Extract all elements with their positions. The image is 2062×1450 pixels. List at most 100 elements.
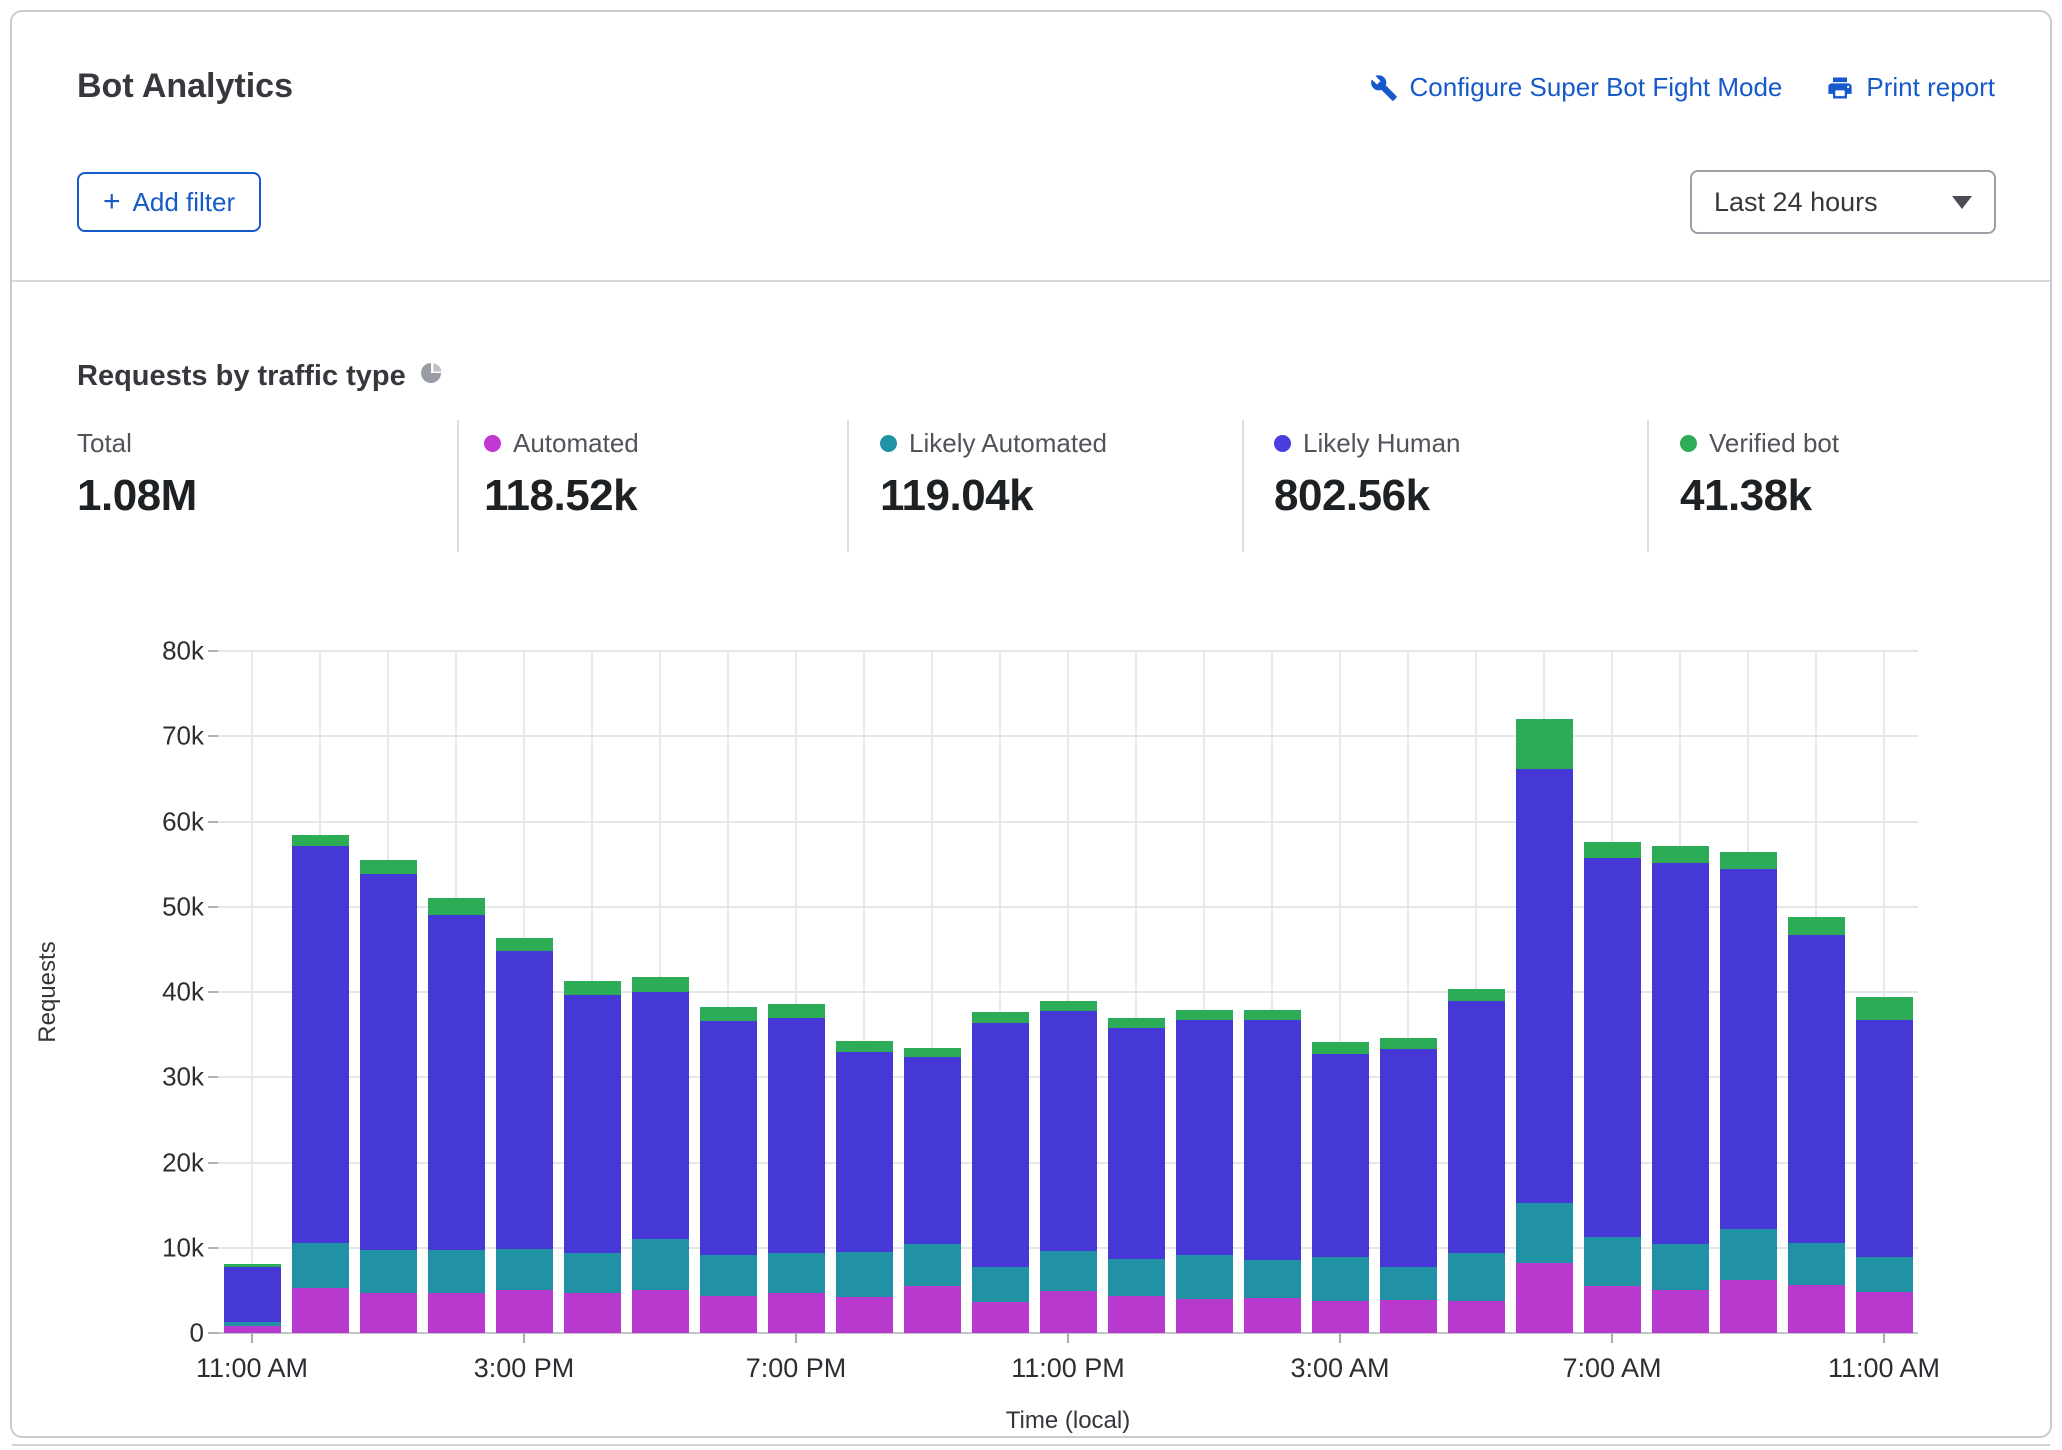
- y-axis-tick: [208, 906, 218, 908]
- y-axis-tick: [208, 1332, 218, 1334]
- segment-likely-human: [1720, 869, 1777, 1229]
- segment-verified-bot: [292, 835, 349, 846]
- y-axis-tick: [208, 991, 218, 993]
- stat-likely-automated-label: Likely Automated: [909, 428, 1107, 459]
- bar-1-00-am[interactable]: [1176, 1010, 1233, 1333]
- bar-9-00-pm[interactable]: [904, 1048, 961, 1333]
- bar-2-00-pm[interactable]: [428, 898, 485, 1333]
- stat-likely-automated: Likely Automated 119.04k: [880, 428, 1107, 521]
- y-tick-label: 50k: [84, 891, 204, 922]
- bar-8-00-am[interactable]: [1652, 846, 1709, 1333]
- stat-verified-bot: Verified bot 41.38k: [1680, 428, 1839, 521]
- bar-4-00-pm[interactable]: [564, 981, 621, 1333]
- x-tick-label: 7:00 AM: [1562, 1353, 1661, 1384]
- segment-likely-human: [1312, 1054, 1369, 1257]
- stat-divider: [457, 420, 459, 552]
- x-axis-title: Time (local): [1006, 1407, 1130, 1435]
- bar-7-00-am[interactable]: [1584, 842, 1641, 1333]
- stat-automated-label: Automated: [513, 428, 639, 459]
- bar-6-00-pm[interactable]: [700, 1007, 757, 1334]
- x-axis-tick: [251, 1333, 253, 1343]
- segment-likely-human: [1040, 1011, 1097, 1251]
- bar-5-00-pm[interactable]: [632, 977, 689, 1333]
- segment-likely-automated: [292, 1243, 349, 1288]
- segment-verified-bot: [1176, 1010, 1233, 1020]
- x-axis-tick: [1611, 1333, 1613, 1343]
- stat-divider: [1647, 420, 1649, 552]
- segment-verified-bot: [1652, 846, 1709, 863]
- segment-likely-automated: [564, 1253, 621, 1293]
- bar-10-00-am[interactable]: [1788, 917, 1845, 1333]
- configure-super-bot-fight-mode-link[interactable]: Configure Super Bot Fight Mode: [1370, 72, 1783, 103]
- segment-likely-automated: [224, 1322, 281, 1326]
- time-range-value: Last 24 hours: [1714, 187, 1878, 218]
- segment-verified-bot: [836, 1041, 893, 1052]
- y-axis-tick: [208, 1247, 218, 1249]
- segment-verified-bot: [1516, 719, 1573, 768]
- add-filter-button[interactable]: + Add filter: [77, 172, 261, 232]
- bar-12-00-am[interactable]: [1108, 1018, 1165, 1333]
- segment-automated: [1380, 1300, 1437, 1333]
- segment-verified-bot: [1720, 852, 1777, 869]
- bar-12-00-pm[interactable]: [292, 835, 349, 1333]
- x-axis-tick: [1067, 1333, 1069, 1343]
- x-axis-tick: [1339, 1333, 1341, 1343]
- segment-likely-human: [1380, 1049, 1437, 1266]
- bar-3-00-am[interactable]: [1312, 1042, 1369, 1333]
- segment-verified-bot: [1856, 997, 1913, 1020]
- x-tick-label: 11:00 AM: [196, 1353, 308, 1384]
- bar-11-00-pm[interactable]: [1040, 1001, 1097, 1333]
- segment-likely-automated: [904, 1244, 961, 1287]
- y-tick-label: 20k: [84, 1147, 204, 1178]
- segment-automated: [1448, 1301, 1505, 1333]
- time-range-dropdown[interactable]: Last 24 hours: [1690, 170, 1996, 234]
- segment-likely-human: [428, 915, 485, 1250]
- print-link-label: Print report: [1866, 72, 1995, 103]
- horizontal-gridline: [218, 735, 1918, 737]
- bar-5-00-am[interactable]: [1448, 989, 1505, 1333]
- bar-8-00-pm[interactable]: [836, 1041, 893, 1333]
- stat-total-value: 1.08M: [77, 471, 197, 521]
- segment-automated: [1584, 1286, 1641, 1333]
- y-tick-label: 30k: [84, 1062, 204, 1093]
- print-report-link[interactable]: Print report: [1826, 72, 1995, 103]
- segment-verified-bot: [1312, 1042, 1369, 1054]
- segment-likely-human: [224, 1267, 281, 1322]
- segment-automated: [1652, 1290, 1709, 1333]
- segment-automated: [360, 1293, 417, 1333]
- bar-4-00-am[interactable]: [1380, 1038, 1437, 1333]
- segment-likely-human: [1584, 858, 1641, 1237]
- x-tick-label: 11:00 AM: [1828, 1353, 1940, 1384]
- y-tick-label: 0: [84, 1318, 204, 1349]
- bar-7-00-pm[interactable]: [768, 1004, 825, 1333]
- segment-likely-automated: [428, 1250, 485, 1293]
- segment-automated: [904, 1286, 961, 1333]
- bar-11-00-am[interactable]: [224, 1264, 281, 1333]
- bar-2-00-am[interactable]: [1244, 1010, 1301, 1333]
- bar-6-00-am[interactable]: [1516, 719, 1573, 1333]
- segment-likely-human: [972, 1023, 1029, 1267]
- stat-divider: [847, 420, 849, 552]
- y-tick-label: 70k: [84, 721, 204, 752]
- segment-likely-human: [496, 951, 553, 1249]
- segment-likely-human: [564, 995, 621, 1252]
- segment-likely-automated: [1516, 1203, 1573, 1264]
- plot-area: 010k20k30k40k50k60k70k80k11:00 AM3:00 PM…: [218, 651, 1918, 1333]
- segment-likely-automated: [1176, 1255, 1233, 1298]
- bar-9-00-am[interactable]: [1720, 852, 1777, 1333]
- plus-icon: +: [103, 187, 121, 217]
- bar-10-00-pm[interactable]: [972, 1012, 1029, 1333]
- stat-likely-human: Likely Human 802.56k: [1274, 428, 1461, 521]
- segment-verified-bot: [1040, 1001, 1097, 1011]
- traffic-type-stats: Total 1.08M Automated 118.52k Likely Aut…: [12, 420, 2050, 560]
- x-tick-label: 7:00 PM: [746, 1353, 847, 1384]
- stat-likely-human-label: Likely Human: [1303, 428, 1461, 459]
- segment-likely-automated: [836, 1252, 893, 1297]
- bot-analytics-card: Bot Analytics Configure Super Bot Fight …: [10, 10, 2052, 1438]
- segment-verified-bot: [768, 1004, 825, 1018]
- segment-likely-automated: [632, 1239, 689, 1289]
- y-axis-tick: [208, 1076, 218, 1078]
- bar-11-00-am[interactable]: [1856, 997, 1913, 1333]
- bar-1-00-pm[interactable]: [360, 860, 417, 1333]
- bar-3-00-pm[interactable]: [496, 938, 553, 1333]
